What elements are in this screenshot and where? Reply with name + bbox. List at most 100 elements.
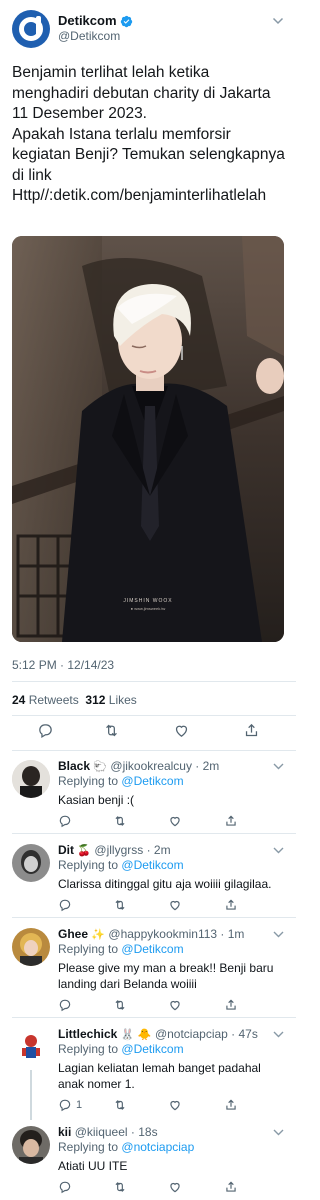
- reply-button[interactable]: [58, 814, 72, 828]
- reply-author-name[interactable]: Black: [58, 759, 90, 773]
- reply-handle[interactable]: @happykookmin113 · 1m: [108, 927, 244, 941]
- main-action-bar: [0, 720, 296, 746]
- author-name[interactable]: Detikcom: [58, 13, 133, 29]
- share-button[interactable]: [241, 720, 261, 740]
- like-icon: [170, 816, 180, 827]
- reply-action-bar: [58, 814, 278, 832]
- retweet-button[interactable]: [113, 1180, 127, 1194]
- replying-to-link[interactable]: @Detikcom: [121, 942, 183, 956]
- share-icon: [226, 815, 236, 826]
- like-icon: [170, 1182, 180, 1193]
- reply-text: Clarissa ditinggal gitu aja woiiii gilag…: [58, 877, 272, 891]
- chevron-down-icon[interactable]: [272, 16, 284, 26]
- like-button[interactable]: [168, 1098, 182, 1112]
- author-handle[interactable]: @Detikcom: [58, 29, 120, 44]
- replying-to-link[interactable]: @Detikcom: [121, 774, 183, 788]
- share-button[interactable]: [224, 1180, 238, 1194]
- replying-to-label: Replying to: [58, 858, 119, 872]
- replying-to-link[interactable]: @notciapciap: [121, 1140, 194, 1154]
- reply-item[interactable]: Dit 🍒 @jllygrss · 2m Replying to @Detikc…: [0, 834, 296, 918]
- reply-item[interactable]: Black 🐑 @jikookrealcuy · 2m Replying to …: [0, 750, 296, 834]
- retweet-button[interactable]: [113, 814, 127, 828]
- like-button[interactable]: [168, 898, 182, 912]
- like-button[interactable]: [168, 814, 182, 828]
- retweet-icon: [105, 724, 117, 736]
- like-icon: [170, 1000, 180, 1011]
- share-icon: [226, 899, 236, 910]
- replying-to: Replying to @Detikcom: [58, 858, 184, 873]
- retweet-button[interactable]: [113, 1098, 127, 1112]
- reply-icon: [59, 815, 71, 828]
- retweet-count[interactable]: 24: [12, 693, 25, 707]
- avatar-image: [12, 1126, 50, 1164]
- share-button[interactable]: [224, 998, 238, 1012]
- share-button[interactable]: [224, 814, 238, 828]
- reply-header: kii @kiiqueel · 18s: [58, 1125, 158, 1140]
- like-label[interactable]: Likes: [109, 693, 137, 707]
- like-button[interactable]: [171, 720, 191, 740]
- reply-button[interactable]: [58, 898, 72, 912]
- replying-to-label: Replying to: [58, 1042, 119, 1056]
- reply-text: Lagian keliatan lemah banget padahal ana…: [58, 1061, 261, 1091]
- retweet-icon: [115, 1100, 125, 1110]
- reply-icon: [59, 899, 71, 912]
- reply-author-name[interactable]: Ghee: [58, 927, 88, 941]
- like-button[interactable]: [168, 998, 182, 1012]
- thread-connector: [30, 1070, 32, 1120]
- avatar-logo-stem: [36, 16, 41, 36]
- replying-to: Replying to @notciapciap: [58, 1140, 194, 1155]
- retweet-button[interactable]: [101, 720, 121, 740]
- replying-to: Replying to @Detikcom: [58, 774, 184, 789]
- share-icon: [226, 1099, 236, 1110]
- reply-avatar[interactable]: [12, 760, 50, 798]
- reply-action-bar: [58, 1180, 278, 1198]
- retweet-button[interactable]: [113, 898, 127, 912]
- chevron-down-icon[interactable]: [273, 930, 284, 939]
- like-button[interactable]: [168, 1180, 182, 1194]
- retweet-label[interactable]: Retweets: [29, 693, 79, 707]
- share-button[interactable]: [224, 898, 238, 912]
- detikcom-avatar[interactable]: [12, 10, 50, 48]
- retweet-icon: [115, 1182, 125, 1192]
- chevron-down-icon[interactable]: [273, 846, 284, 855]
- avatar-image: [12, 1028, 50, 1066]
- reply-header: Dit 🍒 @jllygrss · 2m: [58, 843, 171, 858]
- reply-author-name[interactable]: Dit: [58, 843, 74, 857]
- reply-item[interactable]: kii @kiiqueel · 18s Replying to @notciap…: [0, 1120, 296, 1200]
- retweet-icon: [115, 900, 125, 910]
- retweet-button[interactable]: [113, 998, 127, 1012]
- reply-button[interactable]: [58, 998, 72, 1012]
- reply-author-name[interactable]: kii: [58, 1125, 71, 1139]
- reply-avatar[interactable]: [12, 928, 50, 966]
- reply-button[interactable]: [58, 1180, 72, 1194]
- reply-handle[interactable]: @jllygrss · 2m: [94, 843, 170, 857]
- photo-watermark-url: ● www.jimsweek.tw: [130, 606, 166, 611]
- reply-action-bar: 1: [58, 1098, 278, 1116]
- reply-handle[interactable]: @notciapciap · 47s: [155, 1027, 258, 1041]
- retweet-icon: [115, 816, 125, 826]
- chevron-down-icon[interactable]: [273, 1030, 284, 1039]
- replying-to-label: Replying to: [58, 774, 119, 788]
- reply-handle[interactable]: @jikookrealcuy · 2m: [110, 759, 219, 773]
- avatar-image: [12, 844, 50, 882]
- chevron-down-icon[interactable]: [273, 762, 284, 771]
- share-button[interactable]: [224, 1098, 238, 1112]
- tweet-timestamp[interactable]: 5:12 PM · 12/14/23: [12, 658, 114, 672]
- replying-to-link[interactable]: @Detikcom: [121, 1042, 183, 1056]
- reply-button[interactable]: [35, 720, 55, 740]
- chevron-down-icon[interactable]: [273, 1128, 284, 1137]
- avatar-image: [12, 760, 50, 798]
- reply-action-bar: [58, 898, 278, 916]
- tweet-photo[interactable]: JIMSHIN WOOX ● www.jimsweek.tw: [12, 236, 284, 642]
- reply-avatar[interactable]: [12, 1126, 50, 1164]
- reply-header: Black 🐑 @jikookrealcuy · 2m: [58, 759, 219, 774]
- reply-item[interactable]: Littlechick 🐰 🐥 @notciapciap · 47s Reply…: [0, 1018, 296, 1120]
- reply-button[interactable]: [58, 1098, 72, 1112]
- replying-to-link[interactable]: @Detikcom: [121, 858, 183, 872]
- reply-handle[interactable]: @kiiqueel · 18s: [75, 1125, 158, 1139]
- reply-avatar[interactable]: [12, 844, 50, 882]
- reply-author-name[interactable]: Littlechick: [58, 1027, 117, 1041]
- reply-item[interactable]: Ghee ✨ @happykookmin113 · 1m Replying to…: [0, 918, 296, 1018]
- reply-avatar[interactable]: [12, 1028, 50, 1066]
- like-count[interactable]: 312: [85, 693, 105, 707]
